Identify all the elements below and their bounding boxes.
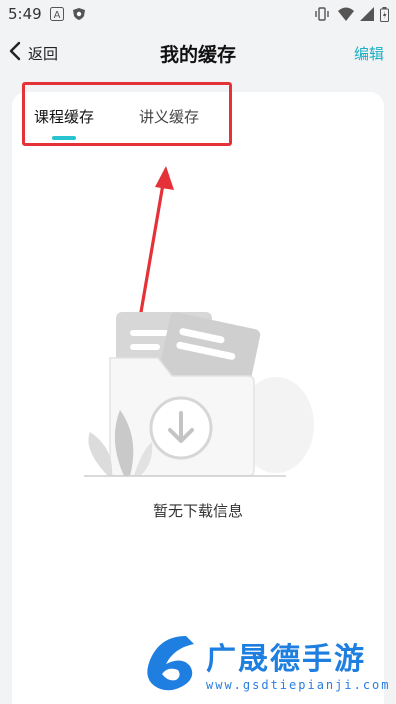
watermark-title: 广晟德手游 [206, 642, 366, 677]
download-folder-illustration [78, 300, 318, 489]
watermark-url: www.gsdtiepianji.com [206, 678, 391, 692]
watermark-logo-icon [138, 630, 202, 698]
watermark: 广晟德手游 www.gsdtiepianji.com [134, 628, 396, 704]
empty-state-message: 暂无下载信息 [152, 502, 243, 520]
